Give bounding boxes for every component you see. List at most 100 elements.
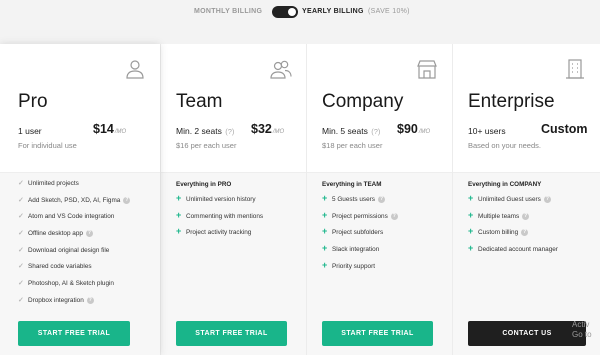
plan-name: Company [322,91,404,112]
seats-help-icon[interactable]: (?) [225,127,234,136]
info-icon[interactable]: ? [377,196,385,203]
plan-seats: Min. 2 seats (?) [176,126,234,136]
start-free-trial-button[interactable]: START FREE TRIAL [18,321,130,346]
plan-header: Company Min. 5 seats (?) $90/MO $18 per … [307,44,452,172]
feature-item: + Project subfolders [322,226,398,243]
feature-list: ✓ Unlimited projects ✓ Add Sketch, PSD, XD… [18,179,131,313]
check-icon: ✓ [18,246,24,254]
feature-item: +5 Guests users? [322,193,398,210]
plan-header: Team Min. 2 seats (?) $32/MO $16 per eac… [161,44,306,172]
plan-subtext: Based on your needs. [468,141,541,150]
pricing-plans: Pro 1 user $14/MO For individual use ✓ Un… [0,44,600,355]
plan-seats-text: Min. 5 seats [322,126,368,136]
check-icon: ✓ [18,263,24,271]
plan-seats: 1 user [18,126,42,136]
feature-text: Commenting with mentions [186,212,264,220]
feature-item: ✓ Download original design file [18,246,130,263]
check-icon: ✓ [18,230,24,238]
feature-list: +5 Guests users? + Project permissions? +… [322,193,398,276]
yearly-billing-text: YEARLY BILLING [302,8,364,15]
feature-text: Shared code variables [28,263,92,271]
billing-toggle-bar: MONTHLY BILLING YEARLY BILLING (SAVE 10%… [0,6,600,20]
feature-item: + Project activity tracking [176,226,263,243]
plan-price-value: $32 [251,122,272,136]
feature-item: + Dedicated account manager [468,243,558,260]
feature-text: Unlimited version history [186,196,256,203]
plan-price: $90/MO [397,122,430,136]
feature-item: + Priority support [322,260,398,277]
plan-name: Enterprise [468,91,555,112]
plan-features: Everything in TEAM +5 Guests users? + Pro… [307,172,452,355]
check-icon: ✓ [18,180,24,187]
monthly-billing-label[interactable]: MONTHLY BILLING [194,8,262,15]
info-icon[interactable]: ? [522,212,530,220]
info-icon[interactable]: ? [85,230,93,238]
info-icon[interactable]: ? [86,296,94,304]
plan-price: $32/MO [251,122,284,136]
contact-us-button[interactable]: CONTACT US [468,321,586,346]
feature-item: ✓ Atom and VS Code integration [18,212,130,229]
plus-icon: + [322,209,328,220]
feature-text: Project subfolders [332,229,384,237]
plus-icon: + [468,226,474,237]
feature-text: Priority support [332,262,375,270]
toggle-knob [288,8,296,16]
plan-price-value: $14 [93,122,114,136]
feature-text: Project activity tracking [186,229,252,237]
feature-text: Download original design file [28,246,110,254]
feature-item: ✓ Offline desktop app? [18,229,130,246]
feature-list: + Unlimited version history + Commenting w… [176,193,263,243]
store-icon [416,58,438,80]
feature-list: + Unlimited Guest users? + Multiple teams?… [468,193,558,260]
plus-icon: + [322,243,328,254]
plus-icon: + [176,193,182,203]
info-icon[interactable]: ? [123,196,131,204]
building-icon [564,58,586,80]
check-icon: ✓ [18,296,24,304]
plan-features: ✓ Unlimited projects ✓ Add Sketch, PSD, XD… [0,172,160,355]
info-icon[interactable]: ? [390,212,398,220]
plus-icon: + [322,226,328,237]
plan-header: Enterprise 10+ users Custom Based on you… [453,44,600,172]
feature-text: Custom billing [478,229,519,237]
activation-watermark: Activ Go to [572,320,592,340]
feature-text: Atom and VS Code integration [28,213,115,221]
billing-toggle-switch[interactable] [272,6,298,18]
feature-text: Add Sketch, PSD, XD, AI, Figma [28,196,121,204]
info-icon[interactable]: ? [543,196,551,203]
plus-icon: + [322,193,328,203]
user-icon [124,58,146,80]
plan-price: $14/MO [93,122,126,136]
plus-icon: + [468,193,474,203]
plan-name: Pro [18,91,48,112]
feature-text: Unlimited projects [28,180,79,187]
users-icon [270,58,292,80]
features-title: Everything in TEAM [322,181,382,188]
info-icon[interactable]: ? [521,229,529,237]
plan-price: Custom [541,122,588,136]
save-percent-label: (SAVE 10%) [368,8,410,15]
plus-icon: + [176,209,182,220]
seats-help-icon[interactable]: (?) [371,127,380,136]
feature-item: + Multiple teams? [468,210,558,227]
plan-subtext: $18 per each user [322,141,383,150]
feature-item: + Custom billing? [468,226,558,243]
feature-text: Photoshop, AI & Sketch plugin [28,280,114,288]
plan-seats: 10+ users [468,126,506,136]
plus-icon: + [176,226,182,237]
feature-text: Dedicated account manager [478,246,558,254]
feature-item: + Unlimited version history [176,193,263,210]
plan-price-value: $90 [397,122,418,136]
plan-card-team: Team Min. 2 seats (?) $32/MO $16 per eac… [160,44,306,355]
plan-features: Everything in PRO + Unlimited version his… [161,172,306,355]
plus-icon: + [322,259,328,270]
plan-card-company: Company Min. 5 seats (?) $90/MO $18 per … [306,44,452,355]
feature-text: Project permissions [332,212,388,220]
start-free-trial-button[interactable]: START FREE TRIAL [176,321,287,346]
feature-item: ✓ Add Sketch, PSD, XD, AI, Figma? [18,196,131,213]
feature-text: Offline desktop app [28,230,83,238]
start-free-trial-button[interactable]: START FREE TRIAL [322,321,433,346]
yearly-billing-label[interactable]: YEARLY BILLING (SAVE 10%) [302,8,410,15]
plan-seats: Min. 5 seats (?) [322,126,380,136]
plan-price-period: /MO [418,129,431,135]
